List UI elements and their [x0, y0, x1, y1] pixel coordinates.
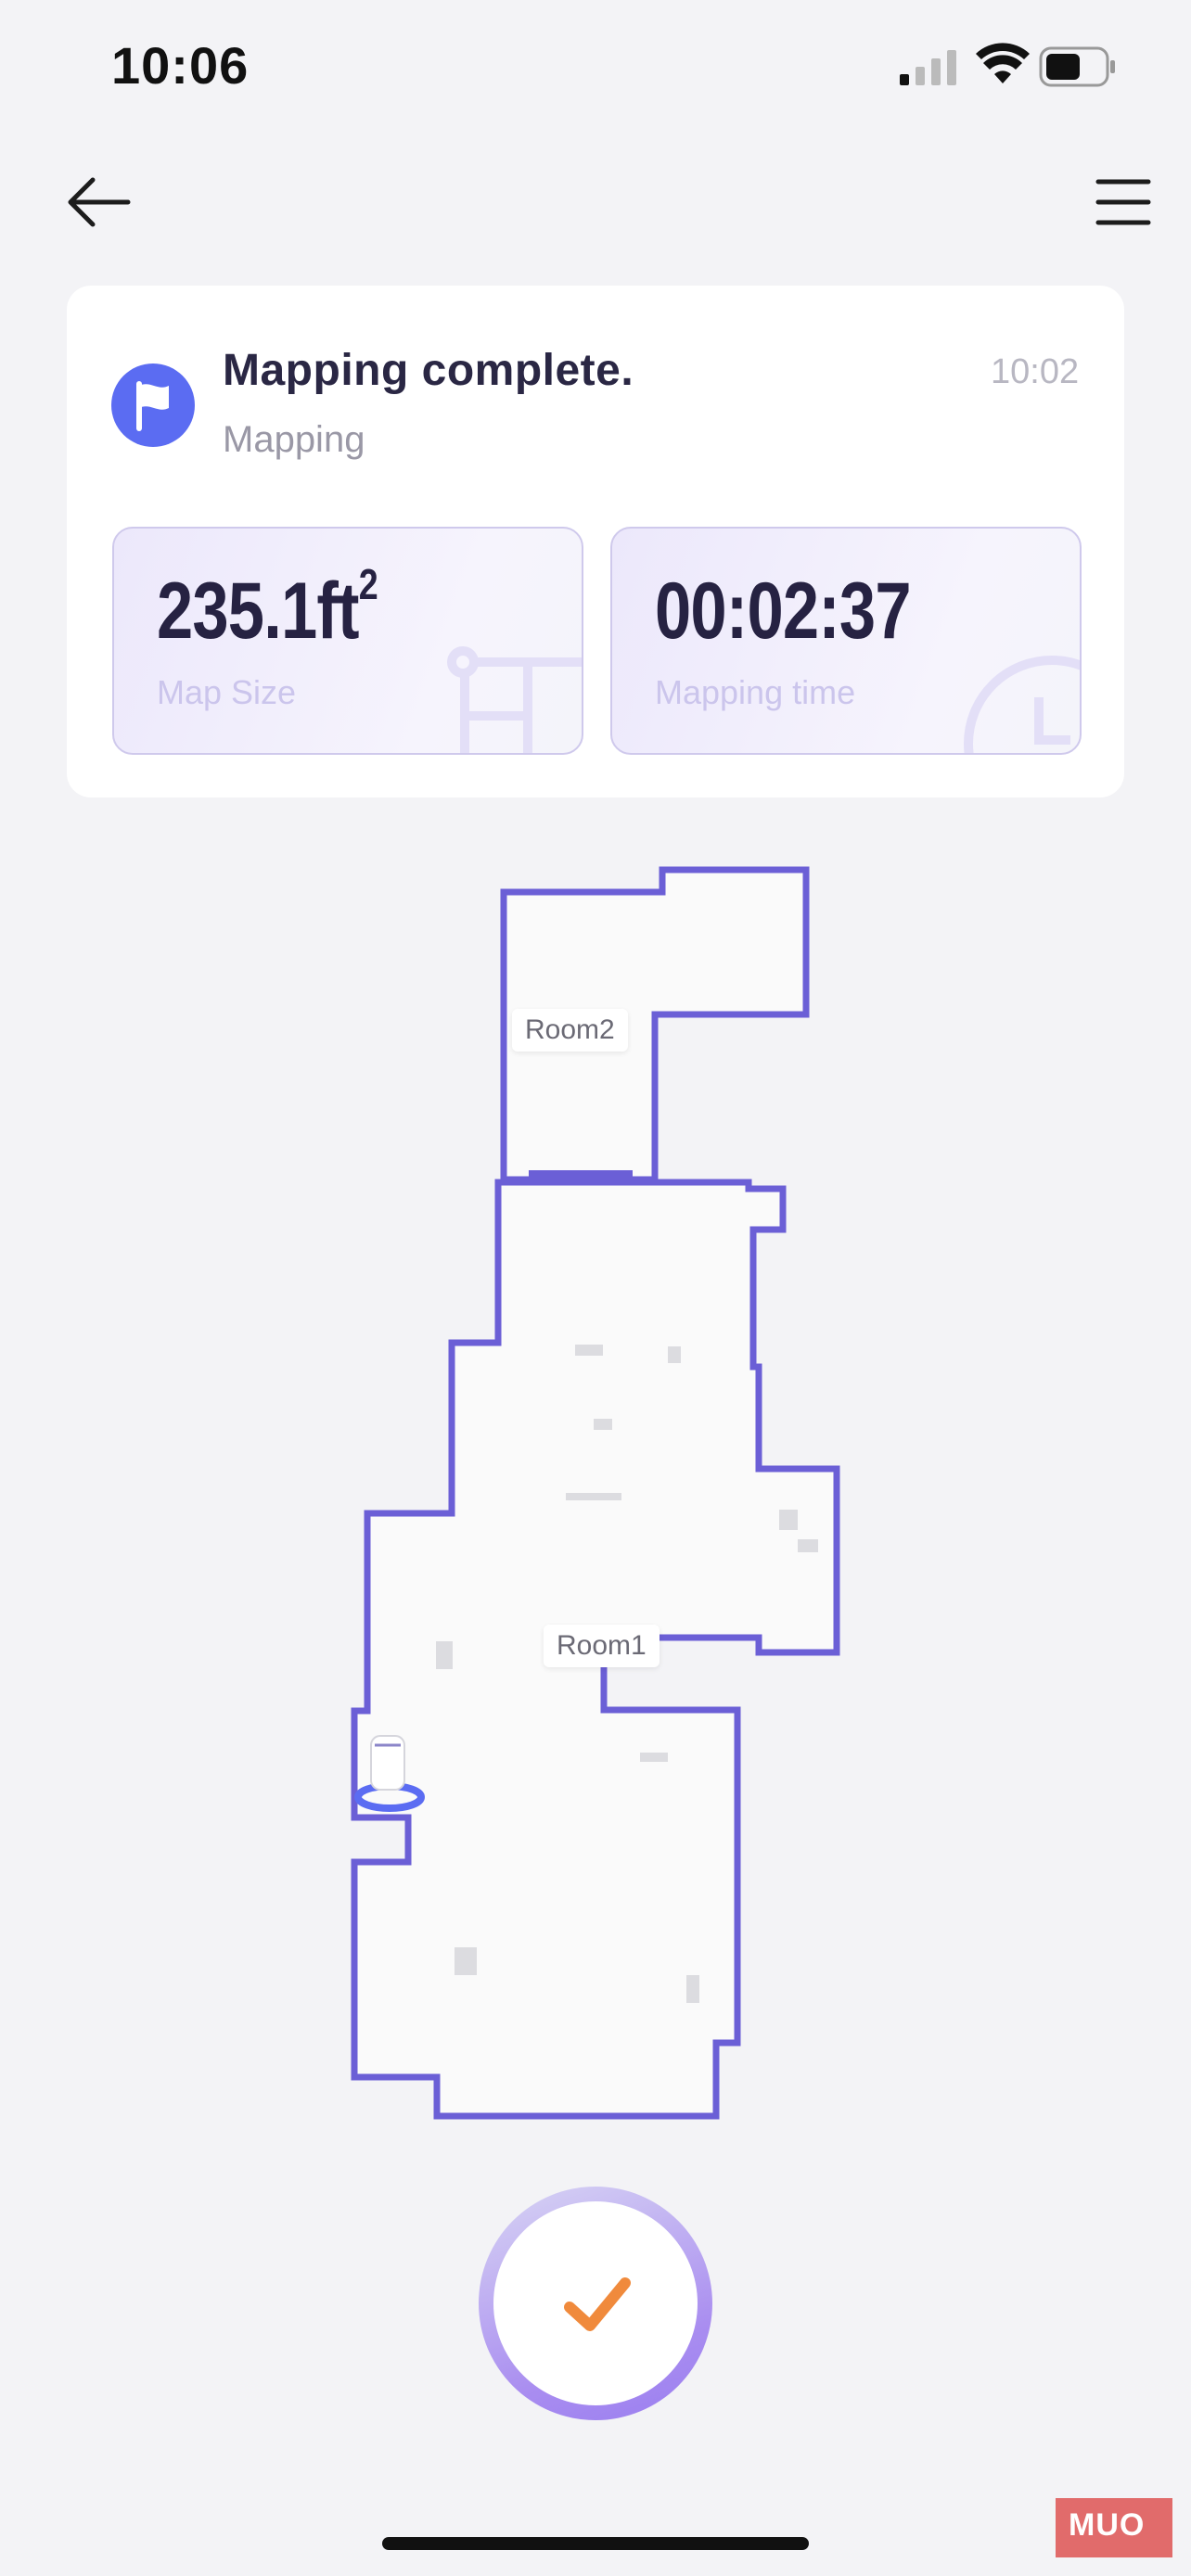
confirm-button[interactable]	[479, 2187, 712, 2420]
map-size-label: Map Size	[157, 673, 297, 711]
back-arrow-icon[interactable]	[67, 176, 132, 228]
floorplan-decoration-icon	[447, 646, 582, 753]
room1-label[interactable]: Room1	[544, 1625, 660, 1667]
map-size-value: 235.1ft2	[157, 560, 378, 656]
mapping-time-tile: 00:02:37 Mapping time	[610, 527, 1082, 755]
mapping-time-label: Mapping time	[655, 673, 856, 711]
room2-label[interactable]: Room2	[512, 1009, 628, 1052]
card-subtitle: Mapping	[223, 419, 365, 460]
flag-status-icon	[111, 363, 195, 447]
home-indicator	[382, 2537, 809, 2550]
card-title: Mapping complete.	[223, 346, 634, 395]
hamburger-menu-icon[interactable]	[1095, 176, 1152, 228]
door-marker	[529, 1170, 633, 1181]
checkmark-icon	[564, 2277, 631, 2331]
mapping-time-value: 00:02:37	[655, 567, 912, 656]
battery-icon	[1039, 46, 1115, 87]
wifi-icon	[976, 43, 1030, 83]
card-timestamp: 10:02	[991, 352, 1080, 391]
map-size-tile: 235.1ft2 Map Size	[112, 527, 583, 755]
cellular-signal-icon	[900, 50, 956, 85]
watermark-logo: MUO	[1056, 2498, 1172, 2557]
clock-decoration-icon	[964, 656, 1080, 753]
status-bar-time: 10:06	[111, 36, 250, 95]
